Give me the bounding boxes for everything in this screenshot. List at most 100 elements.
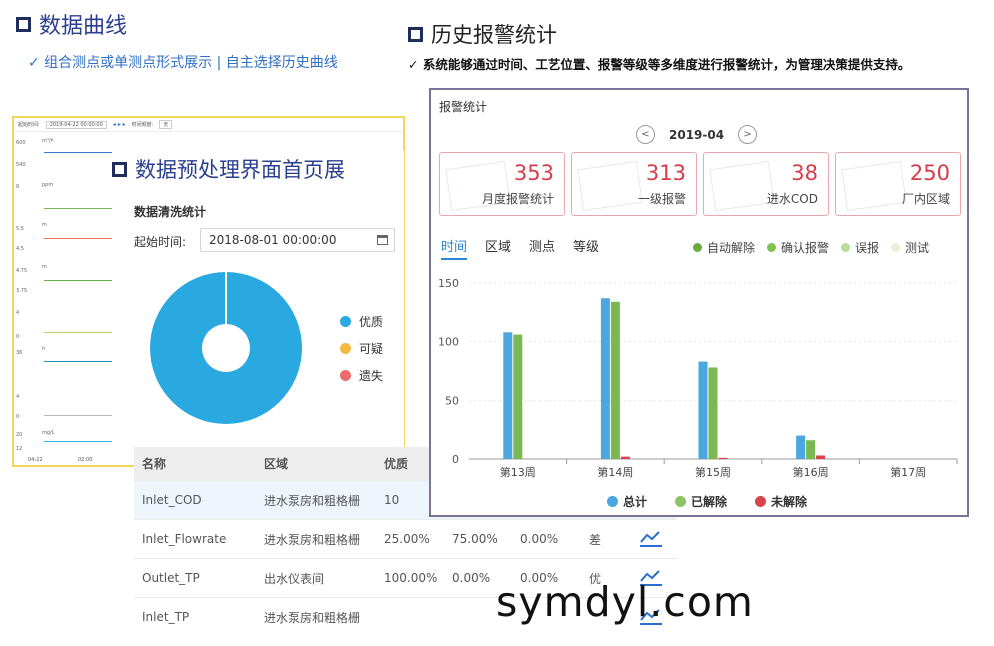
tab-area[interactable]: 区域 — [485, 236, 511, 260]
x-tick-label: 第14周 — [597, 465, 633, 479]
start-time-input[interactable]: 2018-08-01 00:00:00 — [200, 228, 395, 252]
cell-name: Inlet_TP — [142, 610, 190, 624]
tab-time[interactable]: 时间 — [441, 236, 468, 260]
legend-label: 确认报警 — [781, 241, 830, 255]
card-watermark — [577, 161, 643, 211]
stat-card-level1[interactable]: 313 一级报警 — [571, 152, 697, 216]
legend-label: 遗失 — [359, 369, 384, 383]
chevron-right-icon[interactable]: > — [738, 125, 758, 144]
legend-item-good[interactable]: 优质 — [340, 308, 383, 335]
bar-resolved — [610, 301, 620, 459]
bar-unresolved — [620, 456, 630, 459]
table-row[interactable]: Inlet_Flowrate 进水泵房和粗格栅 25.00% 75.00% 0.… — [134, 520, 677, 559]
trend-chart-icon[interactable] — [640, 529, 662, 547]
cell-good: 100.00% — [384, 571, 438, 585]
alarm-stats-panel: 报警统计 < 2019-04 > 353 月度报警统计 313 一级报警 38 进水C… — [429, 88, 969, 517]
legend-item-total[interactable]: 总计 — [607, 493, 647, 510]
trend-unit-label: ppm — [42, 182, 54, 188]
cell-area: 进水泵房和粗格栅 — [264, 493, 361, 508]
tab-level[interactable]: 等级 — [573, 236, 599, 260]
y-tick-label: 150 — [438, 277, 459, 290]
alarm-panel-title: 报警统计 — [439, 100, 488, 114]
square-bullet-icon — [112, 161, 127, 177]
cell-grade: 差 — [589, 532, 602, 547]
play-controls-icon[interactable]: ◂ ▸ ▸ — [113, 121, 126, 128]
trend-start-input[interactable]: 2019-04-22 00:00:00 — [45, 120, 107, 129]
trend-y-tick: 540 — [16, 162, 26, 168]
legend-item-test[interactable]: 测试 — [891, 239, 929, 256]
stat-card-area[interactable]: 250 厂内区域 — [835, 152, 961, 216]
legend-item-resolved[interactable]: 已解除 — [675, 493, 727, 510]
legend-item-suspect[interactable]: 可疑 — [340, 335, 383, 362]
bar-unresolved — [816, 455, 826, 459]
legend-dot — [675, 496, 687, 507]
trend-period-select[interactable]: 天 — [159, 120, 173, 129]
cell-area: 进水泵房和粗格栅 — [264, 610, 361, 625]
legend-label: 误报 — [855, 241, 880, 255]
col-header-good: 优质 — [384, 457, 409, 471]
section-subtitle-alarm-stats: ✓ 系统能够通过时间、工艺位置、报警等级等多维度进行报警统计，为管理决策提供支持… — [408, 57, 911, 72]
bar-total — [503, 332, 513, 459]
stat-label: 一级报警 — [637, 192, 686, 206]
legend-label: 已解除 — [691, 495, 728, 509]
section-title-text: 数据曲线 — [39, 14, 128, 39]
legend-label: 优质 — [359, 315, 384, 329]
legend-dot — [340, 370, 351, 381]
trend-y-tick: 4.5 — [16, 246, 24, 252]
alarm-series-legend: 总计 已解除 未解除 — [607, 493, 807, 510]
trend-y-tick: 4 — [16, 310, 20, 316]
stat-label: 月度报警统计 — [481, 192, 554, 206]
bar-resolved — [708, 367, 718, 459]
tab-point[interactable]: 测点 — [529, 236, 555, 260]
section-title-data-curve: 数据曲线 — [16, 8, 127, 40]
legend-dot — [841, 243, 851, 252]
stat-card-cod[interactable]: 38 进水COD — [703, 152, 829, 216]
bar-resolved — [513, 334, 523, 459]
legend-item-confirm[interactable]: 确认报警 — [767, 239, 829, 256]
trend-period-label: 时间频度: — [131, 122, 154, 128]
bar-total — [796, 435, 806, 459]
cell-area: 出水仪表间 — [264, 571, 325, 586]
legend-label: 未解除 — [771, 495, 808, 509]
y-tick-label: 50 — [445, 394, 459, 407]
stat-value: 250 — [909, 161, 950, 185]
trend-y-tick: 5.5 — [16, 226, 24, 232]
square-bullet-icon — [408, 26, 423, 42]
x-tick-label: 第17周 — [890, 465, 926, 479]
trend-x-tick: 04-22 — [28, 457, 43, 463]
stat-value: 353 — [513, 161, 554, 185]
cell-missing: 0.00% — [520, 532, 559, 546]
legend-item-false[interactable]: 误报 — [841, 239, 879, 256]
x-tick-label: 第13周 — [500, 465, 536, 479]
trend-y-tick: 12 — [16, 446, 23, 452]
cell-suspect: 0.00% — [452, 571, 491, 585]
legend-dot — [891, 243, 901, 252]
stat-value: 38 — [791, 161, 818, 185]
trend-y-tick: 4.75 — [16, 268, 28, 274]
trend-y-tick: 600 — [16, 140, 26, 146]
cell-area: 进水泵房和粗格栅 — [264, 532, 361, 547]
legend-item-missing[interactable]: 遗失 — [340, 362, 383, 389]
legend-label: 可疑 — [359, 342, 384, 356]
legend-dot — [693, 243, 702, 252]
calendar-icon[interactable] — [377, 235, 388, 245]
chevron-left-icon[interactable]: < — [636, 125, 655, 144]
month-label: 2019-04 — [669, 127, 725, 142]
card-watermark — [709, 161, 775, 211]
legend-item-auto[interactable]: 自动解除 — [693, 239, 755, 256]
trend-y-tick: 20 — [16, 432, 23, 438]
col-header-area: 区域 — [264, 457, 289, 471]
preprocess-title-text: 数据预处理界面首页展 — [135, 158, 345, 182]
legend-label: 测试 — [905, 241, 930, 255]
trend-y-tick: 0 — [16, 414, 20, 420]
stat-card-monthly[interactable]: 353 月度报警统计 — [439, 152, 565, 216]
trend-unit-label: m — [42, 264, 47, 270]
trend-toolbar: 起始时间: 2019-04-22 00:00:00 ◂ ▸ ▸ 时间频度: 天 — [14, 118, 403, 132]
weekly-alarm-bar-chart: 0 50 100 150 第13周 第14周 第15周 第16周 第17周 — [438, 277, 958, 479]
cell-good: 10 — [384, 493, 400, 507]
alarm-tabs: 时间 区域 测点 等级 — [441, 236, 599, 260]
stat-value: 313 — [645, 161, 686, 185]
legend-item-unresolved[interactable]: 未解除 — [755, 493, 807, 510]
preprocess-panel: 数据预处理界面首页展 数据清洗统计 起始时间: 2018-08-01 00:00… — [112, 150, 404, 450]
bar-resolved — [806, 440, 816, 459]
